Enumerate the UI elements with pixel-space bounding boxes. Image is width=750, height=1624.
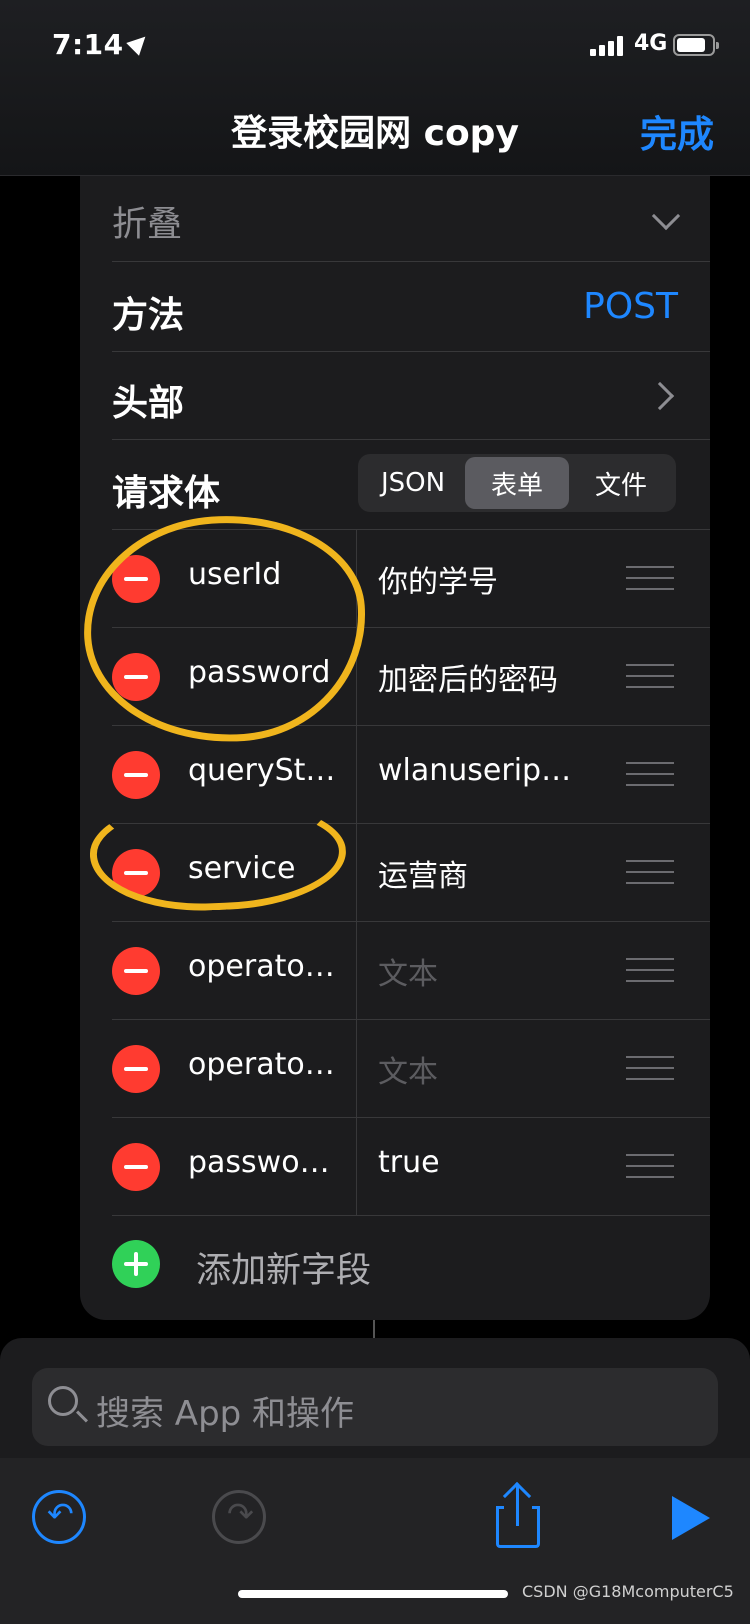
field-key[interactable]: password... (188, 1145, 340, 1180)
add-field-label: 添加新字段 (196, 1251, 372, 1291)
reorder-handle-icon[interactable] (626, 958, 674, 984)
field-row: password... true (112, 1118, 710, 1216)
field-key[interactable]: queryStri... (188, 753, 340, 788)
collapse-row[interactable]: 折叠 (112, 176, 710, 262)
chevron-down-icon (651, 201, 681, 231)
headers-label: 头部 (112, 383, 185, 424)
remove-field-icon[interactable] (112, 653, 160, 701)
status-time: 7:14 (52, 28, 152, 61)
field-key[interactable]: userId (188, 557, 340, 592)
segment-json[interactable]: JSON (361, 457, 465, 509)
remove-field-icon[interactable] (112, 751, 160, 799)
field-value[interactable]: 你的学号 (378, 557, 598, 601)
share-icon[interactable] (492, 1481, 546, 1548)
action-search-sheet: 搜索 App 和操作 (0, 1338, 750, 1458)
field-value-placeholder[interactable]: 文本 (378, 1047, 598, 1091)
method-row: 方法 POST (112, 262, 710, 352)
remove-field-icon[interactable] (112, 1143, 160, 1191)
remove-field-icon[interactable] (112, 849, 160, 897)
remove-field-icon[interactable] (112, 555, 160, 603)
field-key[interactable]: operator... (188, 949, 340, 984)
remove-field-icon[interactable] (112, 1045, 160, 1093)
location-arrow-icon (125, 30, 152, 56)
field-row: service 运营商 (112, 824, 710, 922)
add-field-button[interactable]: 添加新字段 (112, 1214, 710, 1314)
body-label: 请求体 (112, 473, 221, 514)
method-label: 方法 (112, 295, 185, 336)
undo-icon[interactable] (32, 1490, 86, 1544)
search-icon (48, 1386, 78, 1416)
field-row: password 加密后的密码 (112, 628, 710, 726)
segment-file[interactable]: 文件 (569, 457, 673, 509)
connector-line (373, 1320, 375, 1340)
field-value[interactable]: wlanuserip%... (378, 753, 598, 788)
field-value[interactable]: 运营商 (378, 851, 598, 895)
body-row: 请求体 JSON 表单 文件 (112, 440, 710, 530)
page-title: 登录校园网 copy (231, 113, 519, 154)
collapse-label: 折叠 (112, 205, 183, 245)
field-value[interactable]: true (378, 1145, 598, 1180)
field-key[interactable]: operator... (188, 1047, 340, 1082)
field-key[interactable]: service (188, 851, 340, 886)
segment-form[interactable]: 表单 (465, 457, 569, 509)
field-key[interactable]: password (188, 655, 340, 690)
headers-row[interactable]: 头部 (112, 352, 710, 440)
play-icon[interactable] (672, 1496, 710, 1540)
reorder-handle-icon[interactable] (626, 762, 674, 788)
reorder-handle-icon[interactable] (626, 664, 674, 690)
cellular-signal-icon (590, 36, 623, 56)
request-card: 折叠 方法 POST 头部 请求体 JSON 表单 文件 userId 你的学号… (80, 176, 710, 1320)
redo-icon[interactable] (212, 1490, 266, 1544)
watermark: CSDN @G18McomputerC5 (522, 1582, 734, 1601)
battery-icon (673, 34, 719, 56)
top-bar: 7:14 4G 登录校园网 copy 完成 (0, 0, 750, 176)
field-row: operator... 文本 (112, 922, 710, 1020)
chevron-right-icon (645, 381, 675, 411)
reorder-handle-icon[interactable] (626, 1056, 674, 1082)
reorder-handle-icon[interactable] (626, 566, 674, 592)
network-type: 4G (634, 31, 668, 56)
field-row: operator... 文本 (112, 1020, 710, 1118)
body-type-segmented-control: JSON 表单 文件 (358, 454, 676, 512)
search-placeholder: 搜索 App 和操作 (96, 1394, 355, 1434)
remove-field-icon[interactable] (112, 947, 160, 995)
reorder-handle-icon[interactable] (626, 860, 674, 886)
bottom-toolbar: CSDN @G18McomputerC5 (0, 1458, 750, 1624)
reorder-handle-icon[interactable] (626, 1154, 674, 1180)
field-row: userId 你的学号 (112, 530, 710, 628)
search-input[interactable]: 搜索 App 和操作 (32, 1368, 718, 1446)
add-icon (112, 1240, 160, 1288)
field-value-placeholder[interactable]: 文本 (378, 949, 598, 993)
method-value[interactable]: POST (583, 286, 678, 327)
field-value[interactable]: 加密后的密码 (378, 655, 598, 699)
home-indicator (238, 1590, 508, 1598)
done-button[interactable]: 完成 (640, 104, 714, 158)
field-row: queryStri... wlanuserip%... (112, 726, 710, 824)
